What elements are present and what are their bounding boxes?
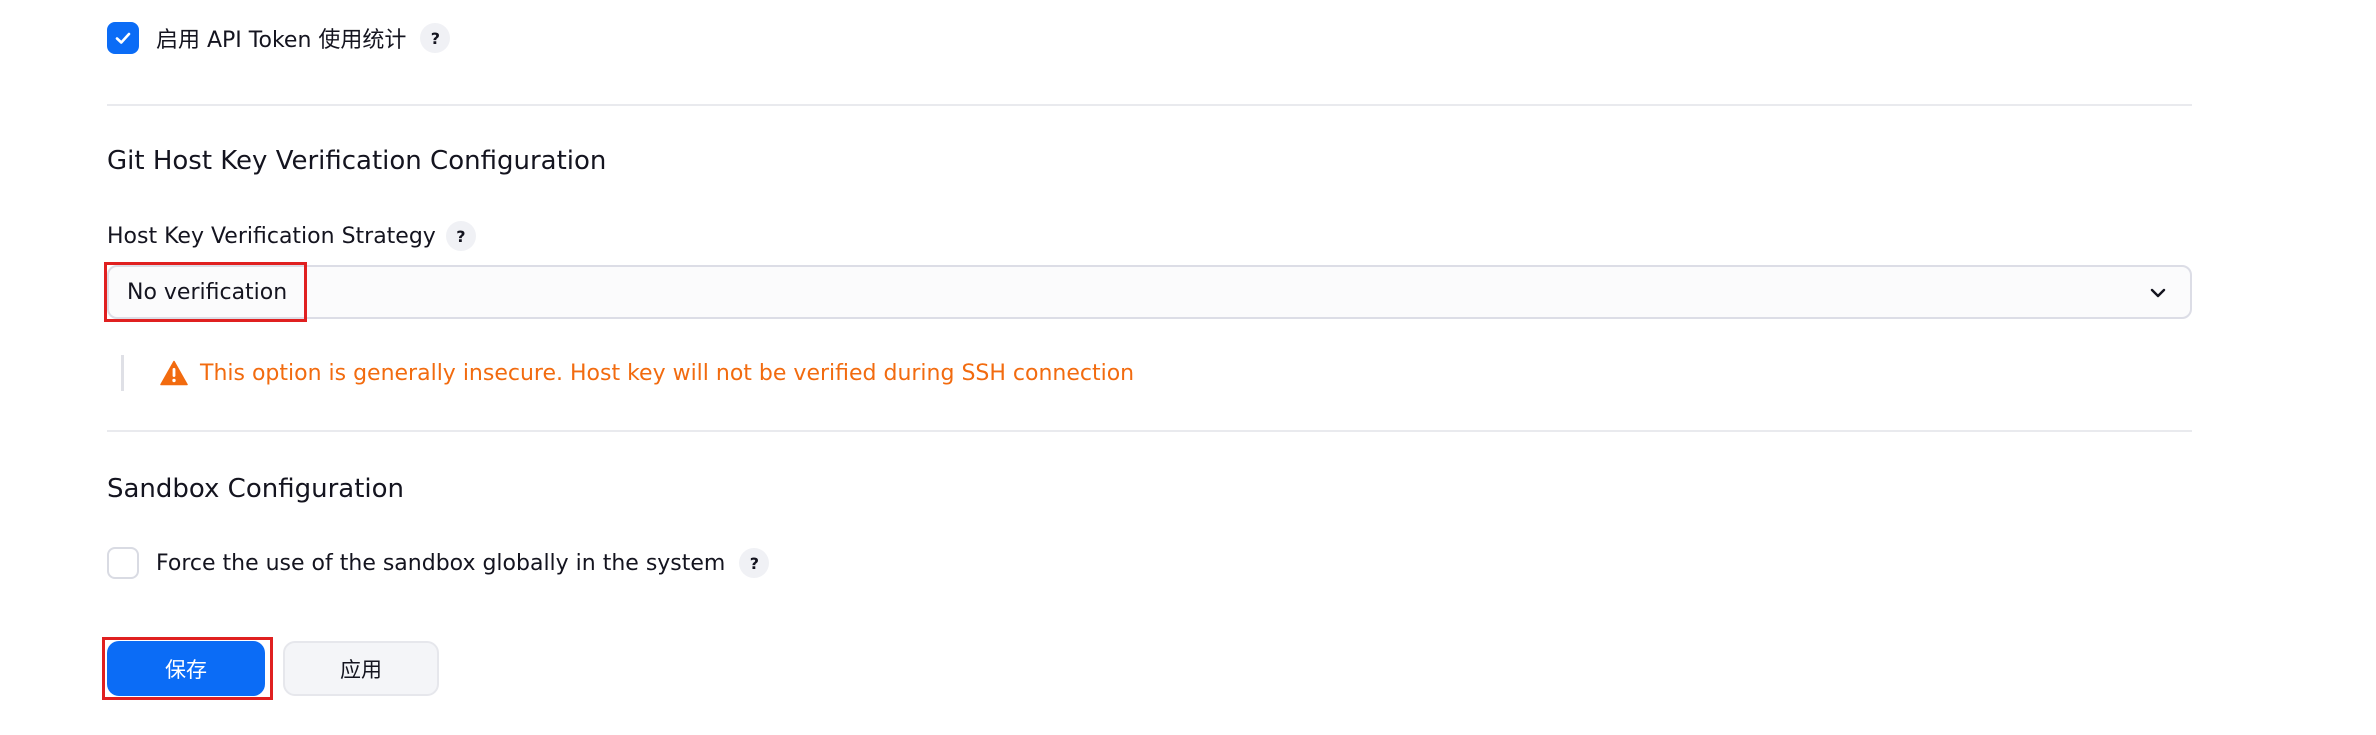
- strategy-select-value: No verification: [127, 279, 288, 305]
- check-icon: [115, 32, 131, 44]
- warning-icon: [160, 360, 188, 386]
- help-icon[interactable]: ?: [420, 23, 451, 53]
- divider: [107, 104, 2192, 106]
- strategy-label-row: Host Key Verification Strategy ?: [107, 220, 476, 252]
- chevron-down-icon: [2150, 288, 2166, 298]
- page: 启用 API Token 使用统计 ? Git Host Key Verific…: [0, 0, 2376, 735]
- sandbox-section-title: Sandbox Configuration: [107, 474, 405, 504]
- sandbox-force-checkbox[interactable]: [107, 547, 139, 579]
- sandbox-force-row: Force the use of the sandbox globally in…: [107, 545, 770, 581]
- api-token-stats-row: 启用 API Token 使用统计 ?: [107, 20, 451, 56]
- strategy-select[interactable]: No verification: [107, 265, 2192, 319]
- warning-text: This option is generally insecure. Host …: [200, 360, 1135, 386]
- sandbox-force-label: Force the use of the sandbox globally in…: [156, 550, 726, 576]
- help-icon[interactable]: ?: [445, 221, 476, 251]
- help-icon[interactable]: ?: [739, 548, 770, 578]
- strategy-label: Host Key Verification Strategy: [107, 223, 436, 249]
- divider: [107, 430, 2192, 432]
- save-button[interactable]: 保存: [107, 641, 265, 696]
- api-token-stats-checkbox[interactable]: [107, 22, 139, 54]
- insecure-warning: This option is generally insecure. Host …: [121, 355, 1134, 391]
- git-host-key-section-title: Git Host Key Verification Configuration: [107, 146, 607, 176]
- apply-button[interactable]: 应用: [283, 641, 439, 696]
- api-token-stats-label: 启用 API Token 使用统计: [156, 28, 407, 53]
